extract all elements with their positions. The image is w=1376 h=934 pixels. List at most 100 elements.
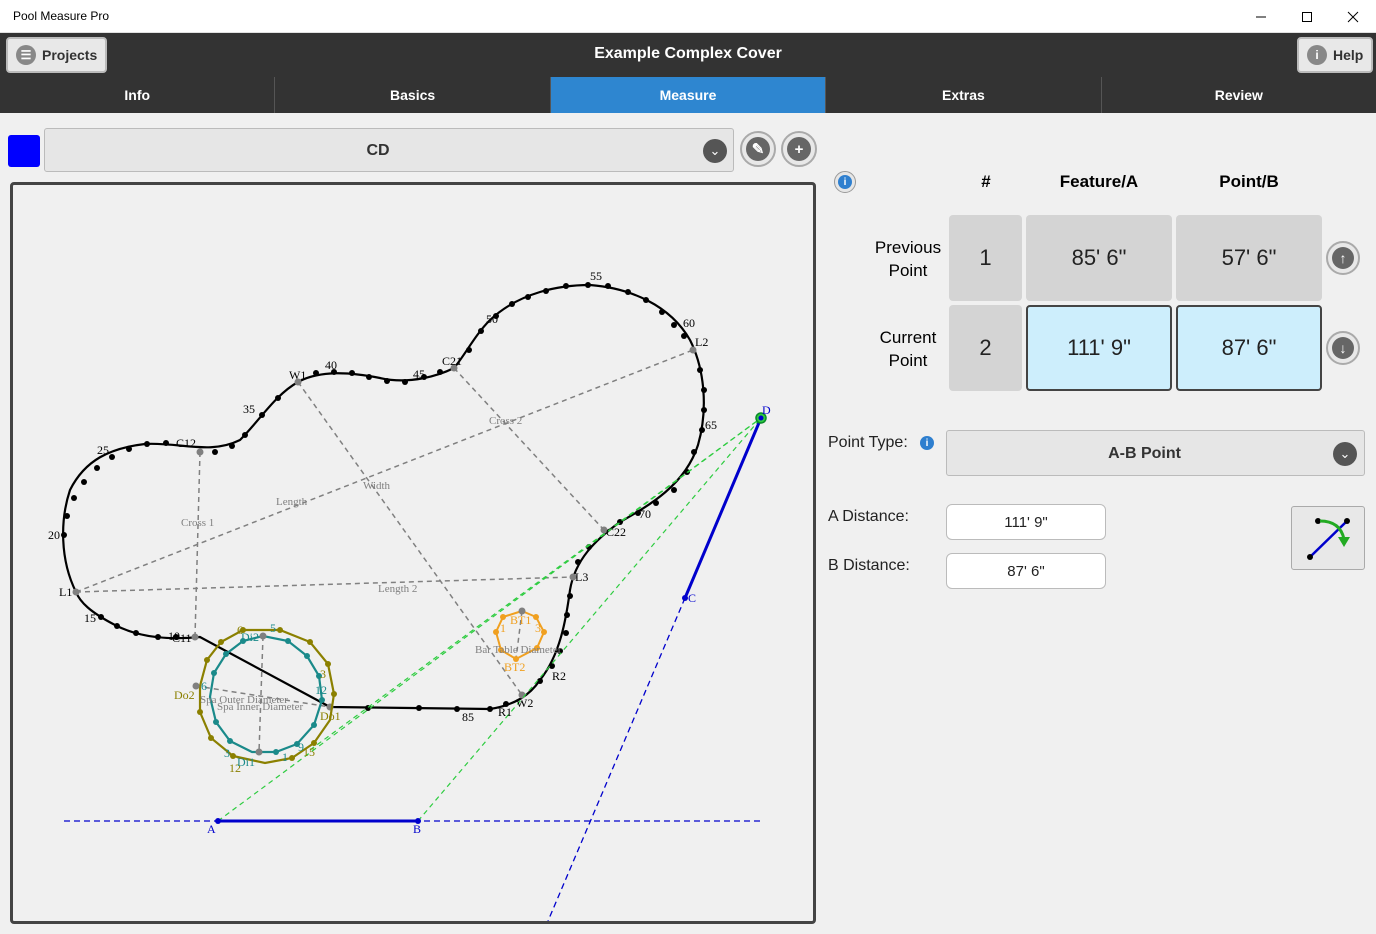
minimize-button[interactable] [1238,0,1284,33]
label-point-c: C [688,591,696,605]
help-button[interactable]: i Help [1297,37,1374,73]
current-point-b[interactable]: 87' 6" [1176,305,1322,391]
previous-point-button[interactable]: ↑ [1326,241,1360,275]
info-icon: i [920,436,934,450]
header-feature-a: Feature/A [1059,172,1139,191]
b-distance-input[interactable] [946,553,1106,589]
label-35: 35 [243,402,255,416]
label-bt2: BT2 [504,660,525,674]
label-70: 70 [639,507,651,521]
tab-extras[interactable]: Extras [825,77,1100,113]
point-type-label: Point Type: [828,434,908,451]
feature-color-swatch[interactable] [8,135,40,167]
label-w2: W2 [516,696,533,710]
maximize-button[interactable] [1284,0,1330,33]
minimize-icon [1256,16,1266,17]
edit-feature-button[interactable]: ✎ [740,131,776,167]
label-point-a: A [207,822,216,836]
chevron-down-icon: ⌄ [1333,442,1357,466]
label-do1: Do1 [320,709,341,723]
label-25: 25 [97,443,109,457]
window-title: Pool Measure Pro [13,9,110,23]
label-point-b: B [413,822,421,836]
label-spa-inner: Spa Inner Diameter [217,701,303,713]
label-b3: 3 [535,621,541,635]
previous-point-a[interactable]: 85' 6" [1026,215,1172,301]
b-distance-label: B Distance: [828,557,910,574]
previous-point-number: 1 [949,215,1022,301]
close-icon [1347,11,1359,22]
point-type-select[interactable]: A-B Point ⌄ [946,430,1365,476]
label-s15: 15 [303,745,315,759]
label-r1: R1 [498,705,512,719]
label-width: Width [363,480,391,492]
current-point-label: Current Point [879,328,937,370]
label-10: 10 [168,629,180,643]
tab-bar: Info Basics Measure Extras Review [0,77,1376,113]
current-point-a[interactable]: 111' 9" [1026,305,1172,391]
page-title: Example Complex Cover [594,45,782,62]
label-85: 85 [462,710,474,724]
arrow-down-icon: ↓ [1332,337,1354,359]
previous-point-b[interactable]: 57' 6" [1176,215,1322,301]
length2-line [75,576,574,593]
segment-cd [683,417,763,599]
label-s9: 9 [298,740,304,754]
point-type-info-button[interactable]: i [917,433,937,453]
info-icon: i [838,175,852,189]
drawing-canvas[interactable]: C12 W1 C21 L2 L1 L3 C22 R1 R2 W2 C11 20 … [10,182,816,924]
label-s3: 3 [320,667,326,681]
label-di2: Di2 [241,630,259,644]
tab-review[interactable]: Review [1100,77,1376,113]
measure-tool-icon [1307,518,1350,560]
label-20: 20 [48,528,60,542]
label-45: 45 [413,367,425,381]
label-65: 65 [705,418,717,432]
tab-measure[interactable]: Measure [549,77,826,113]
label-length: Length [276,496,308,508]
label-c22: C22 [606,525,626,539]
length-line [75,349,694,593]
help-label: Help [1333,47,1364,63]
label-55: 55 [590,269,602,283]
window-titlebar: Pool Measure Pro [0,0,1376,33]
a-distance-input[interactable] [946,504,1106,540]
label-s6b: 6 [201,679,207,693]
table-info-button[interactable]: i [834,171,856,193]
label-50: 50 [486,312,498,326]
label-s12: 12 [315,683,327,697]
label-l3: L3 [575,570,588,584]
a-distance-label: A Distance: [828,508,909,525]
label-bt1: BT1 [510,613,531,627]
tab-basics[interactable]: Basics [274,77,549,113]
app-header: ☰ Projects Example Complex Cover i Help [0,33,1376,77]
add-feature-button[interactable]: + [781,131,817,167]
label-s5: 5 [270,621,276,635]
label-r2: R2 [552,669,566,683]
label-length2: Length 2 [378,583,417,595]
label-c12: C12 [176,436,196,450]
cross2-line [453,367,605,531]
label-60: 60 [683,316,695,330]
header-point-b: Point/B [1219,172,1279,191]
label-cross1: Cross 1 [181,517,214,529]
plus-icon: + [787,137,811,161]
label-15: 15 [84,611,96,625]
label-l1: L1 [59,585,72,599]
label-l2: L2 [695,335,708,349]
measure-tool-button[interactable] [1291,506,1365,570]
close-button[interactable] [1330,0,1376,33]
tab-info[interactable]: Info [0,77,274,113]
label-cross2: Cross 2 [489,415,522,427]
pool-outline [62,283,705,711]
feature-select[interactable]: CD ⌄ [44,128,734,172]
label-c21: C21 [442,354,462,368]
pencil-icon: ✎ [746,137,770,161]
point-type-value: A-B Point [1108,445,1181,462]
label-di1: Di1 [237,755,255,769]
current-point-number: 2 [949,305,1022,391]
pool-diagram[interactable]: C12 W1 C21 L2 L1 L3 C22 R1 R2 W2 C11 20 … [13,185,813,921]
next-point-button[interactable]: ↓ [1326,331,1360,365]
label-s1: 1 [282,750,288,764]
maximize-icon [1302,11,1312,22]
